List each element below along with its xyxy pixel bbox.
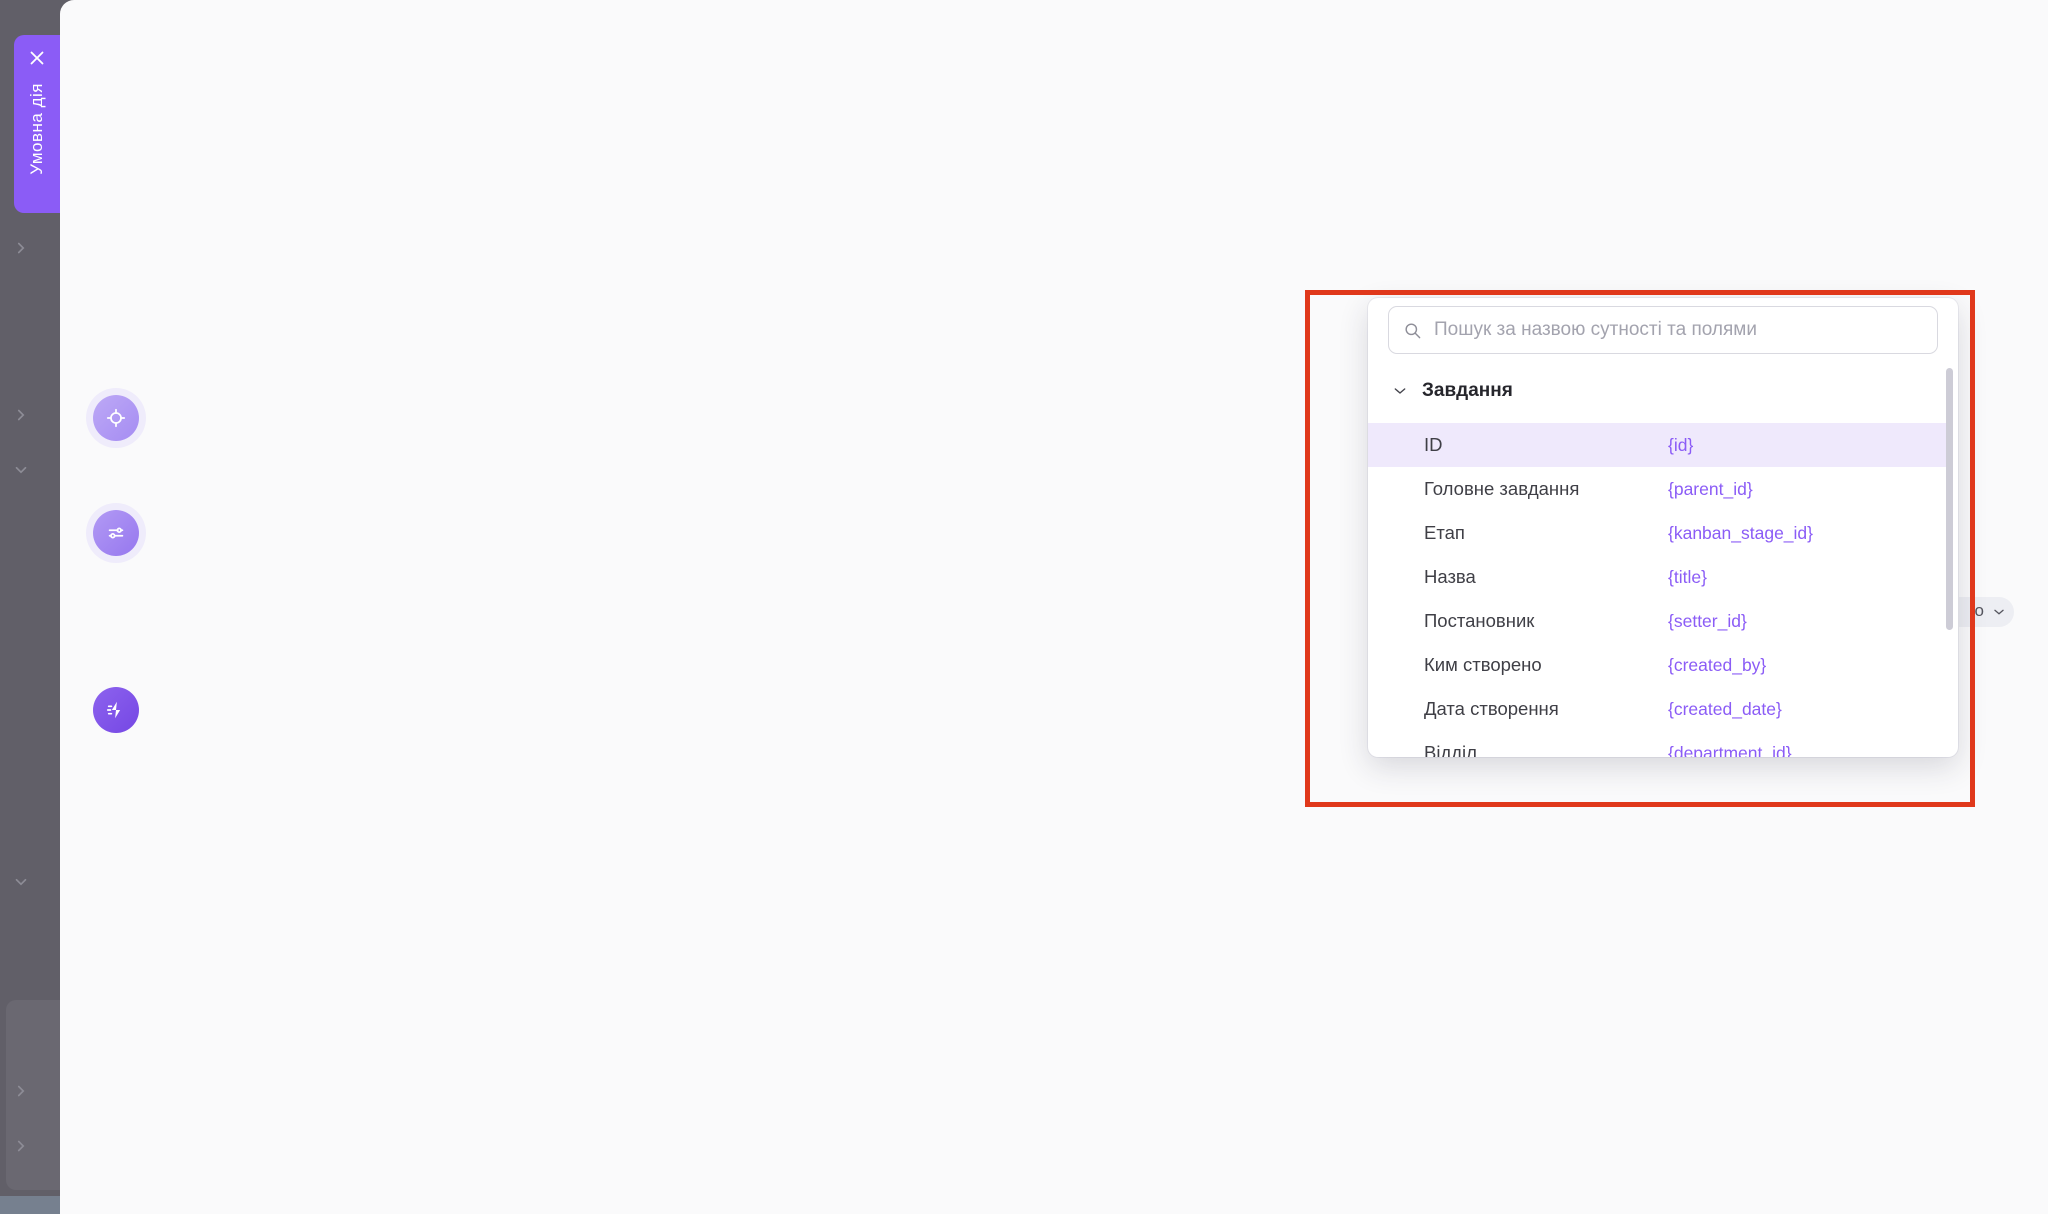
chevron-down-icon — [1392, 383, 1408, 399]
dropdown-item-token: {id} — [1668, 435, 1693, 456]
dropdown-item-token: {created_date} — [1668, 699, 1782, 720]
search-icon — [1403, 321, 1422, 340]
dropdown-item-token: {created_by} — [1668, 655, 1766, 676]
trigger-step-icon — [93, 395, 139, 441]
dropdown-item[interactable]: Дата створення{created_date} — [1368, 687, 1950, 731]
tab-label: Умовна дія — [27, 83, 47, 175]
dropdown-item[interactable]: Постановник{setter_id} — [1368, 599, 1950, 643]
conditions-step-icon — [93, 510, 139, 556]
dropdown-item[interactable]: Ким створено{created_by} — [1368, 643, 1950, 687]
chevron-down-icon[interactable] — [12, 873, 30, 891]
dropdown-item-token: {setter_id} — [1668, 611, 1747, 632]
dropdown-scrollbar[interactable] — [1946, 368, 1953, 630]
dropdown-item[interactable]: ID{id} — [1368, 423, 1950, 467]
chevron-right-icon[interactable] — [12, 1082, 30, 1100]
dropdown-item-label: Постановник — [1424, 610, 1668, 632]
dropdown-item-label: ID — [1424, 434, 1668, 456]
operator-value: о — [1975, 601, 1984, 621]
conditional-action-tab[interactable]: Умовна дія — [14, 35, 60, 213]
sliders-icon — [105, 522, 127, 544]
close-icon[interactable] — [26, 47, 48, 69]
dropdown-item-label: Назва — [1424, 566, 1668, 588]
dropdown-item-token: {parent_id} — [1668, 479, 1753, 500]
dropdown-item[interactable]: Назва{title} — [1368, 555, 1950, 599]
dropdown-item-label: Відділ — [1424, 742, 1668, 757]
dropdown-item-label: Етап — [1424, 522, 1668, 544]
dropdown-item[interactable]: Відділ{department_id} — [1368, 731, 1950, 757]
target-icon — [105, 407, 127, 429]
chevron-down-icon — [1992, 605, 2006, 619]
dropdown-item[interactable]: Етап{kanban_stage_id} — [1368, 511, 1950, 555]
dropdown-item[interactable]: Головне завдання{parent_id} — [1368, 467, 1950, 511]
dropdown-item-token: {title} — [1668, 567, 1707, 588]
dropdown-item-token: {department_id} — [1668, 743, 1792, 758]
chevron-right-icon[interactable] — [12, 239, 30, 257]
dropdown-item-label: Головне завдання — [1424, 478, 1668, 500]
dropdown-item-token: {kanban_stage_id} — [1668, 523, 1813, 544]
background-bottom-band — [0, 1196, 60, 1214]
field-picker-dropdown: Пошук за назвою сутності та полями Завда… — [1368, 298, 1958, 757]
actions-step-icon — [93, 687, 139, 733]
dropdown-item-label: Дата створення — [1424, 698, 1668, 720]
chevron-right-icon[interactable] — [12, 1137, 30, 1155]
search-placeholder: Пошук за назвою сутності та полями — [1434, 319, 1757, 341]
dropdown-search-input[interactable]: Пошук за назвою сутності та полями — [1388, 306, 1938, 354]
dropdown-item-list: ID{id}Головне завдання{parent_id}Етап{ka… — [1368, 423, 1950, 757]
dropdown-item-label: Ким створено — [1424, 654, 1668, 676]
chevron-down-icon[interactable] — [12, 461, 30, 479]
chevron-right-icon[interactable] — [12, 406, 30, 424]
dropdown-group-header[interactable]: Завдання — [1392, 380, 1513, 402]
lightning-icon — [105, 699, 127, 721]
